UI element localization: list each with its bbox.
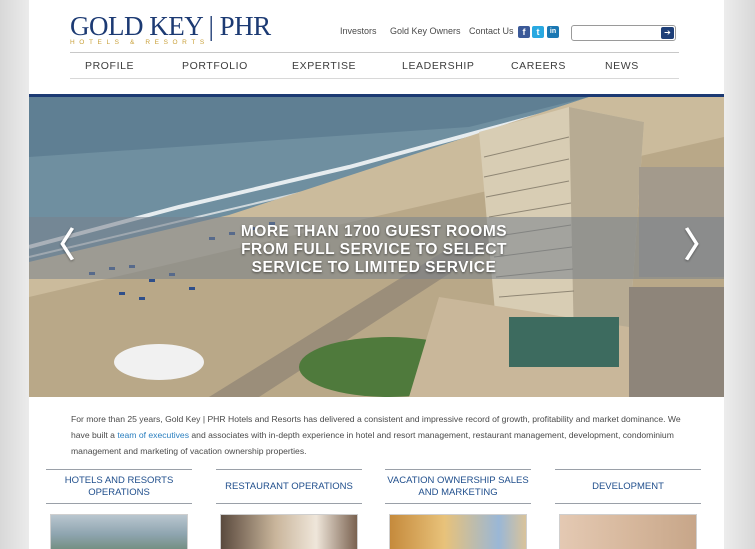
column-hotels-resorts[interactable]: HOTELS AND RESORTS OPERATIONS — [46, 469, 192, 504]
column-title[interactable]: DEVELOPMENT — [555, 470, 701, 503]
column-title[interactable]: VACATION OWNERSHIP SALES AND MARKETING — [385, 470, 531, 503]
hero-caption-line-2: FROM FULL SERVICE TO SELECT — [241, 241, 507, 258]
search-button[interactable]: ➔ — [661, 27, 674, 39]
brand-logo[interactable]: GOLD KEY | PHR HOTELS & RESORTS — [70, 12, 271, 46]
nav-item-profile[interactable]: PROFILE — [85, 60, 134, 72]
hero-caption-line-3: SERVICE TO LIMITED SERVICE — [251, 259, 497, 276]
column-vacation-ownership[interactable]: VACATION OWNERSHIP SALES AND MARKETING — [385, 469, 531, 504]
toplink-contact-us[interactable]: Contact Us — [469, 26, 514, 36]
nav-item-expertise[interactable]: EXPERTISE — [292, 60, 356, 72]
toplink-gold-key-owners[interactable]: Gold Key Owners — [390, 26, 461, 36]
page: GOLD KEY | PHR HOTELS & RESORTS Investor… — [29, 0, 724, 549]
restaurant-thumbnail[interactable] — [220, 514, 358, 549]
team-of-executives-link[interactable]: team of executives — [117, 430, 189, 440]
development-thumbnail[interactable] — [559, 514, 697, 549]
toplink-investors[interactable]: Investors — [340, 26, 377, 36]
column-title[interactable]: RESTAURANT OPERATIONS — [216, 470, 362, 503]
column-restaurant-operations[interactable]: RESTAURANT OPERATIONS — [216, 469, 362, 504]
hero-caption-line-1: MORE THAN 1700 GUEST ROOMS — [240, 223, 508, 240]
nav-divider-bottom — [70, 78, 679, 79]
column-title[interactable]: HOTELS AND RESORTS OPERATIONS — [46, 470, 192, 503]
column-development[interactable]: DEVELOPMENT — [555, 469, 701, 504]
column-divider — [555, 503, 701, 504]
facebook-icon[interactable]: f — [518, 26, 530, 38]
intro-paragraph: For more than 25 years, Gold Key | PHR H… — [71, 411, 681, 459]
column-divider — [385, 503, 531, 504]
linkedin-icon[interactable]: in — [547, 26, 559, 38]
nav-item-portfolio[interactable]: PORTFOLIO — [182, 60, 248, 72]
column-divider — [216, 503, 362, 504]
chevron-right-icon[interactable]: 〉 — [684, 229, 718, 263]
nav-item-leadership[interactable]: LEADERSHIP — [402, 60, 475, 72]
nav-item-news[interactable]: NEWS — [605, 60, 639, 72]
search-input[interactable]: ➔ — [571, 25, 676, 41]
hero-slideshow: MORE THAN 1700 GUEST ROOMS FROM FULL SER… — [29, 97, 724, 397]
hotels-thumbnail[interactable] — [50, 514, 188, 549]
hero-caption: MORE THAN 1700 GUEST ROOMS FROM FULL SER… — [229, 223, 519, 277]
nav-divider-top — [70, 52, 679, 53]
twitter-icon[interactable]: t — [532, 26, 544, 38]
chevron-left-icon[interactable]: 〈 — [41, 229, 75, 263]
column-divider — [46, 503, 192, 504]
brand-name: GOLD KEY | PHR — [70, 11, 271, 41]
nav-item-careers[interactable]: CAREERS — [511, 60, 566, 72]
vacation-thumbnail[interactable] — [389, 514, 527, 549]
